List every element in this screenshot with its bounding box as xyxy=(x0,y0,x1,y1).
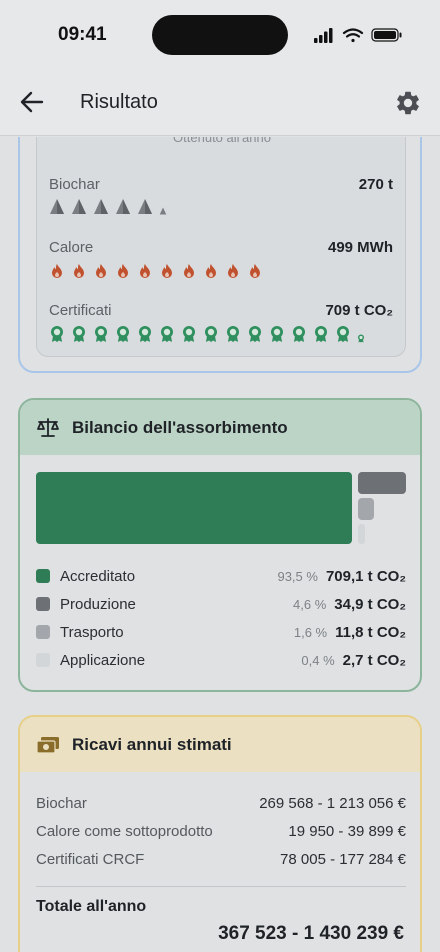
balance-scale-icon xyxy=(37,417,59,437)
legend-percent: 4,6 % xyxy=(293,596,327,612)
status-icons xyxy=(314,28,402,43)
legend-percent: 0,4 % xyxy=(301,652,335,668)
revenue-card-title: Ricavi annui stimati xyxy=(72,734,232,754)
certificate-icon xyxy=(337,326,349,342)
biochar-label: Biochar xyxy=(49,176,100,193)
output-inner-panel: Ottenuto all'anno Biochar 270 t Calore 4… xyxy=(36,137,406,357)
legend-row-trasporto: Trasporto 1,6 % 11,8 t CO₂ xyxy=(36,620,406,644)
bar-trasporto xyxy=(358,498,374,520)
divider xyxy=(36,886,406,887)
bar-produzione xyxy=(358,472,406,494)
legend-row-produzione: Produzione 4,6 % 34,9 t CO₂ xyxy=(36,592,406,616)
output-cut-heading: Ottenuto all'anno xyxy=(173,137,271,145)
certificate-icon xyxy=(51,326,63,342)
flame-icon xyxy=(140,264,150,278)
revenue-label: Biochar xyxy=(36,795,87,812)
flame-icon xyxy=(74,264,84,278)
certificate-icon xyxy=(249,326,261,342)
pile-icon xyxy=(72,199,86,214)
heat-flame-icons xyxy=(49,263,263,279)
gear-icon[interactable] xyxy=(394,89,422,117)
legend-swatch xyxy=(36,569,50,583)
heat-value: 499 MWh xyxy=(327,239,393,256)
status-time: 09:41 xyxy=(58,24,107,45)
legend-row-applicazione: Applicazione 0,4 % 2,7 t CO₂ xyxy=(36,648,406,672)
revenue-value: 78 005 - 177 284 € xyxy=(280,851,406,868)
certificate-icon xyxy=(183,326,195,342)
certificate-icon xyxy=(161,326,173,342)
app-bar: Risultato xyxy=(0,70,440,136)
money-icon xyxy=(36,736,59,754)
certificate-icon xyxy=(205,326,217,342)
legend-percent: 93,5 % xyxy=(277,568,318,584)
revenue-row-heat: Calore come sottoprodotto 19 950 - 39 89… xyxy=(36,823,406,840)
certificates-value: 709 t CO₂ xyxy=(325,302,393,319)
pile-icon xyxy=(94,199,108,214)
cellular-signal-icon xyxy=(314,28,333,43)
pile-icon xyxy=(159,207,167,215)
legend-label: Applicazione xyxy=(60,651,146,669)
wifi-icon xyxy=(342,28,364,43)
certificate-icon xyxy=(73,326,85,342)
legend-value: 709,1 t CO₂ xyxy=(325,567,406,585)
revenue-row-certificates: Certificati CRCF 78 005 - 177 284 € xyxy=(36,851,406,868)
certificate-icons xyxy=(49,325,365,343)
status-bar: 09:41 xyxy=(0,0,440,70)
legend-label: Accreditato xyxy=(60,567,136,585)
flame-icon xyxy=(184,264,194,278)
total-value: 367 523 - 1 430 239 € xyxy=(218,923,404,944)
balance-card: Bilancio dell'assorbimento Accreditato 9… xyxy=(18,398,422,692)
revenue-card-header: Ricavi annui stimati xyxy=(20,717,420,772)
balance-card-header: Bilancio dell'assorbimento xyxy=(20,400,420,455)
legend-label: Trasporto xyxy=(60,623,124,641)
revenue-label: Certificati CRCF xyxy=(36,851,145,868)
revenue-value: 269 568 - 1 213 056 € xyxy=(259,795,406,812)
output-card: Ottenuto all'anno Biochar 270 t Calore 4… xyxy=(18,137,422,373)
legend-percent: 1,6 % xyxy=(293,624,328,640)
scroll-content[interactable]: Ottenuto all'anno Biochar 270 t Calore 4… xyxy=(0,137,440,952)
certificate-icon xyxy=(315,326,327,342)
flame-icon xyxy=(228,264,238,278)
certificate-icon xyxy=(139,326,151,342)
dynamic-island xyxy=(152,15,288,55)
battery-icon xyxy=(371,28,402,42)
balance-card-title: Bilancio dell'assorbimento xyxy=(72,417,288,437)
biochar-value: 270 t xyxy=(358,176,393,193)
flame-icon xyxy=(118,264,128,278)
legend-row-accreditato: Accreditato 93,5 % 709,1 t CO₂ xyxy=(36,564,406,588)
certificate-icon xyxy=(95,326,107,342)
flame-icon xyxy=(206,264,216,278)
legend-swatch xyxy=(36,653,50,667)
certificate-icon xyxy=(358,334,364,343)
pile-icon xyxy=(50,199,64,214)
pile-icon xyxy=(116,199,130,214)
flame-icon xyxy=(162,264,172,278)
flame-icon xyxy=(250,264,260,278)
legend-swatch xyxy=(36,597,50,611)
flame-icon xyxy=(52,264,62,278)
bar-applicazione xyxy=(358,524,365,544)
pile-icon xyxy=(138,199,152,214)
revenue-label: Calore come sottoprodotto xyxy=(36,823,213,840)
page-title: Risultato xyxy=(80,91,158,113)
certificate-icon xyxy=(293,326,305,342)
heat-label: Calore xyxy=(49,239,94,256)
bar-accreditato xyxy=(36,472,352,544)
certificates-label: Certificati xyxy=(49,302,112,319)
biochar-pile-icons xyxy=(49,198,167,215)
certificate-icon xyxy=(117,326,129,342)
legend-value: 11,8 t CO₂ xyxy=(335,623,406,641)
legend-value: 34,9 t CO₂ xyxy=(334,595,406,613)
revenue-value: 19 950 - 39 899 € xyxy=(288,823,406,840)
legend-label: Produzione xyxy=(60,595,136,613)
certificate-icon xyxy=(271,326,283,342)
total-label: Totale all'anno xyxy=(36,898,147,915)
legend-value: 2,7 t CO₂ xyxy=(342,651,406,669)
legend-swatch xyxy=(36,625,50,639)
back-arrow-icon[interactable] xyxy=(18,88,46,116)
revenue-row-biochar: Biochar 269 568 - 1 213 056 € xyxy=(36,795,406,812)
certificate-icon xyxy=(227,326,239,342)
revenue-card: Ricavi annui stimati Biochar 269 568 - 1… xyxy=(18,715,422,952)
flame-icon xyxy=(96,264,106,278)
